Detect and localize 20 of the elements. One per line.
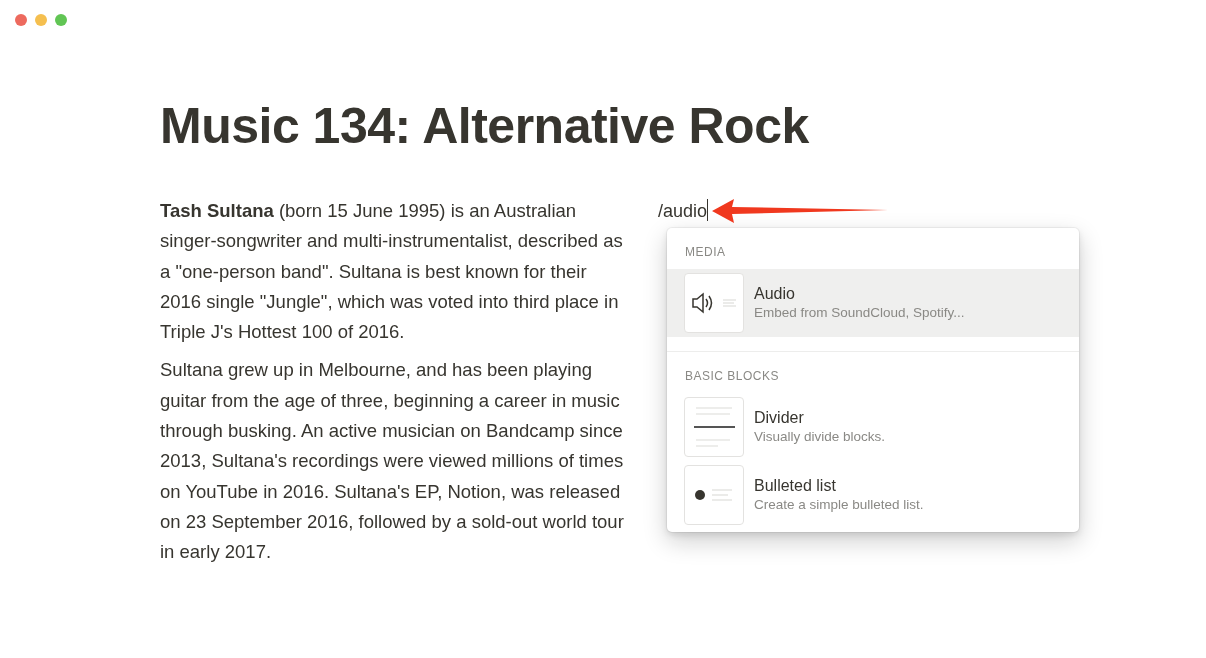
- window-button[interactable]: [35, 14, 47, 26]
- item-title: Audio: [754, 284, 796, 304]
- section-heading: BASIC BLOCKS: [684, 368, 781, 385]
- divider-icon: [692, 406, 736, 448]
- item-title: Bulleted list: [754, 476, 837, 496]
- window-button[interactable]: [15, 14, 27, 26]
- speaker-icon: [691, 292, 737, 314]
- menu-item[interactable]: Bulleted list Create a simple bulleted list.: [667, 461, 1079, 529]
- item-title: Divider: [754, 408, 805, 428]
- item-description: Visually divide blocks.: [754, 428, 886, 446]
- page-title: Music 134: Alternative Rock: [160, 97, 810, 156]
- section-heading: MEDIA: [684, 244, 727, 261]
- menu-item[interactable]: Audio Embed from SoundCloud, Spotify...: [667, 269, 1079, 337]
- paragraph: Sultana grew up in Melbourne, and has been playing guitar from the age of three, beginning a career in music through busking. An active musician on Bandcamp since 2013, Sultana's recordings were viewed millions of times on YouTube in 2016. Sultana's EP, Notion, was released on 23 September 2016, followed by a sold-out world tour in early 2017.: [160, 358, 625, 565]
- window-button[interactable]: [55, 14, 67, 26]
- command-text[interactable]: /audio: [658, 196, 709, 226]
- item-description: Create a simple bulleted list.: [754, 496, 924, 514]
- item-description: Embed from SoundCloud, Spotify...: [754, 304, 965, 322]
- paragraph: Tash Sultana (born 15 June 1995) is an Australian singer-songwriter and multi-instrumentalist, described as a "one-person band". Sultana is best known for their 2016 single "Jungle", which was voted into third place in Triple J's Hottest 100 of 2016.: [160, 199, 624, 345]
- menu-item[interactable]: Divider Visually divide blocks.: [667, 393, 1079, 461]
